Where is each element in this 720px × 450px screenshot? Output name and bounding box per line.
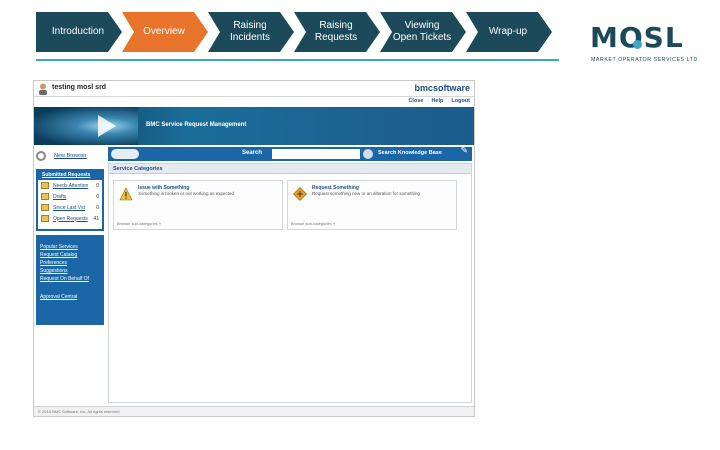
side-links-panel: Popular Services Request Catalog Prefere…	[36, 235, 104, 325]
search-input[interactable]	[272, 149, 360, 159]
pin-icon[interactable]: ✎	[460, 145, 468, 156]
nav-step-overview[interactable]: Overview	[122, 12, 208, 52]
user-name: testing mosl srd	[52, 84, 107, 91]
request-catalog-link[interactable]: Request Catalog	[40, 251, 100, 259]
folder-icon	[41, 204, 49, 211]
nav-step-viewing-open-tickets[interactable]: Viewing Open Tickets	[380, 12, 466, 52]
help-link[interactable]: Help	[431, 98, 443, 104]
approval-central-link[interactable]: Approval Central	[40, 293, 100, 301]
preferences-link[interactable]: Preferences	[40, 259, 100, 267]
issue-with-something-card[interactable]: Issue with Something Something is broken…	[113, 180, 283, 230]
search-go-icon[interactable]	[363, 149, 373, 159]
list-item[interactable]: Open Requests 41	[38, 213, 102, 224]
logout-link[interactable]: Logout	[451, 98, 470, 104]
suggestions-link[interactable]: Suggestions	[40, 267, 100, 275]
new-browser-link[interactable]: New Browser	[36, 151, 87, 161]
logo-subtitle: MARKET OPERATOR SERVICES LTD	[591, 57, 698, 63]
app-footer: © 2016 BMC Software, Inc. All rights res…	[34, 406, 474, 416]
warning-icon	[119, 187, 133, 201]
play-arrow-icon	[98, 115, 116, 137]
search-label: Search	[242, 150, 263, 156]
nav-step-wrap-up[interactable]: Wrap-up	[466, 12, 552, 52]
logo-dot-icon	[633, 40, 642, 49]
app-banner: BMC Service Request Management	[34, 107, 474, 145]
bmc-app-screenshot: testing mosl srd bmcsoftware Close Help …	[33, 80, 475, 417]
mosl-logo: MOSL MARKET OPERATOR SERVICES LTD	[590, 22, 700, 66]
nav-underline	[36, 59, 559, 61]
folder-icon	[41, 182, 49, 189]
nav-step-introduction[interactable]: Introduction	[36, 12, 122, 52]
submitted-requests-panel: Submitted Requests Needs Attention 0 Draf…	[36, 169, 104, 231]
list-item[interactable]: Since Last Vst 0	[38, 202, 102, 213]
app-top-links: Close Help Logout	[408, 98, 470, 104]
logo-wordmark: MOSL	[590, 21, 684, 54]
search-knowledge-base-checkbox[interactable]: Search Knowledge Base	[378, 150, 442, 156]
banner-title: BMC Service Request Management	[146, 122, 247, 128]
slide: Introduction Overview Raising Incidents …	[0, 0, 720, 450]
app-topbar: testing mosl srd bmcsoftware	[34, 81, 474, 97]
app-sidebar: New Browser Submitted Requests Needs Att…	[34, 145, 106, 416]
banner-image	[34, 107, 138, 145]
list-item[interactable]: Drafts 0	[38, 191, 102, 202]
request-icon	[293, 187, 307, 201]
folder-icon	[41, 193, 49, 200]
service-categories-heading: Service Categories	[109, 164, 471, 174]
close-link[interactable]: Close	[408, 98, 423, 104]
request-on-behalf-link[interactable]: Request On Behalf Of	[40, 275, 100, 283]
app-searchbar: Search Search Knowledge Base ✎	[108, 145, 472, 161]
bmc-logo: bmcsoftware	[414, 83, 470, 93]
gear-icon	[36, 151, 46, 161]
submitted-requests-title[interactable]: Submitted Requests	[38, 171, 102, 180]
folder-icon	[41, 215, 49, 222]
user-avatar-icon	[39, 83, 47, 95]
nav-step-raising-incidents[interactable]: Raising Incidents	[208, 12, 294, 52]
service-categories-panel: Service Categories Issue with Something …	[108, 163, 472, 403]
list-item[interactable]: Needs Attention 0	[38, 180, 102, 191]
request-something-card[interactable]: Request Something Request something new …	[287, 180, 457, 230]
popular-services-link[interactable]: Popular Services	[40, 243, 100, 251]
home-button[interactable]	[111, 149, 139, 159]
nav-step-raising-requests[interactable]: Raising Requests	[294, 12, 380, 52]
